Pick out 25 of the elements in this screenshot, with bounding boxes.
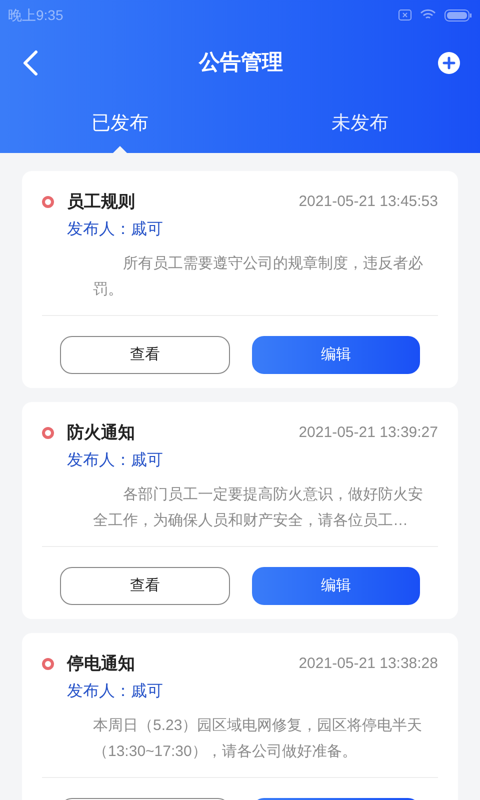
notice-body: 所有员工需要遵守公司的规章制度，违反者必罚。 [93,254,424,300]
view-button[interactable]: 查看 [60,567,230,605]
edit-button[interactable]: 编辑 [252,567,420,605]
edit-button[interactable]: 编辑 [252,336,420,374]
wifi-icon [420,9,436,21]
notice-time: 2021-05-21 13:45:53 [298,192,438,212]
status-time: 晚上9:35 [8,6,64,24]
notice-time: 2021-05-21 13:38:28 [298,654,438,674]
notice-body: 本周日（5.23）园区域电网修复，园区将停电半天（13:30~17:30），请各公司做好准备。 [93,716,424,762]
notice-time: 2021-05-21 13:39:27 [298,422,438,443]
publisher: 发布人：戚可 [67,682,164,702]
notice-title: 防火通知 [67,422,135,444]
battery-icon [444,8,472,22]
notice-body: 各部门员工一定要提高防火意识，做好防火安全工作，为确保人员和财产安全，请各位员工… [93,485,424,531]
page-title: 公告管理 [199,50,283,76]
publisher: 发布人：戚可 [67,220,164,240]
tab[interactable]: 未发布 [240,96,480,153]
publisher: 发布人：戚可 [67,450,164,471]
notice-title: 停电通知 [67,653,135,676]
add-icon[interactable] [438,52,460,74]
tab[interactable]: 已发布 [0,96,240,153]
tab-indicator [113,146,127,153]
sim-icon [398,9,412,21]
view-button[interactable]: 查看 [60,336,230,374]
notice-title: 员工规则 [67,191,135,214]
